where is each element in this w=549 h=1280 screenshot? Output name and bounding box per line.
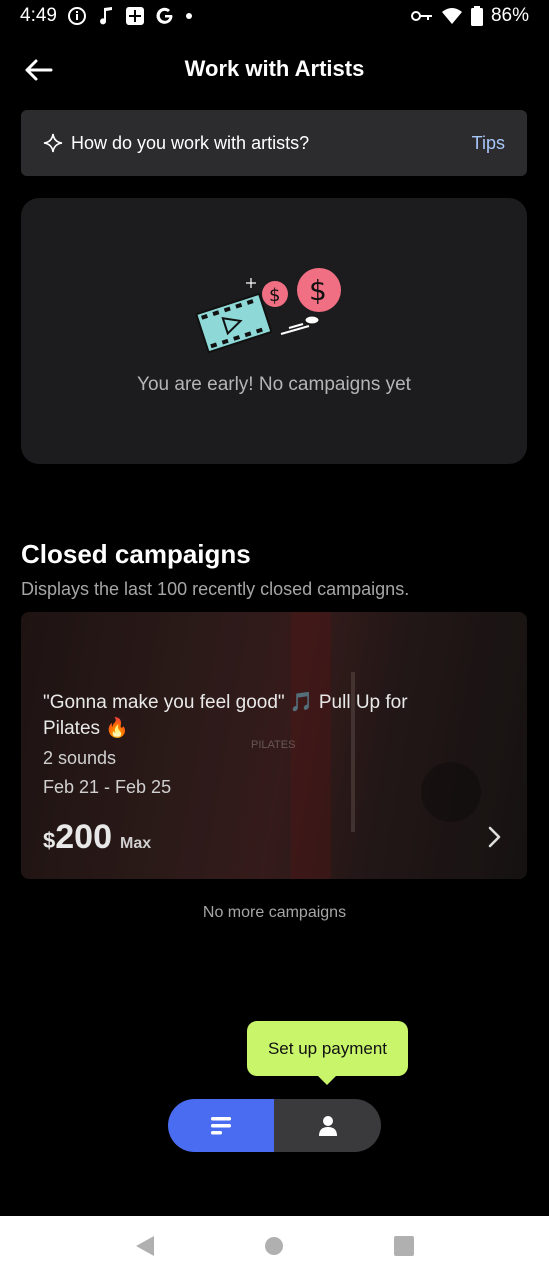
person-icon [318, 1115, 337, 1136]
empty-campaigns-card: $ $ You are early! No campaigns yet [21, 198, 527, 464]
dot-icon [185, 12, 193, 20]
profile-view-button[interactable] [274, 1099, 381, 1152]
campaign-dates: Feb 21 - Feb 25 [43, 777, 172, 797]
info-icon [67, 6, 87, 26]
music-note-icon [97, 6, 115, 26]
price-suffix: Max [119, 835, 152, 852]
no-more-campaigns-text: No more campaigns [202, 904, 347, 921]
sparkle-icon [43, 133, 63, 153]
campaign-price: $ 200 Max [43, 818, 151, 857]
tips-prompt: How do you work with artists? [71, 132, 310, 153]
vpn-key-icon [410, 9, 433, 23]
system-nav-bar [0, 1216, 549, 1280]
app-header: Work with Artists [0, 44, 549, 94]
price-currency: $ [43, 828, 56, 853]
page-title: Work with Artists [184, 56, 365, 81]
tooltip-pointer [317, 1075, 337, 1085]
svg-text:$: $ [269, 285, 280, 306]
nav-home-icon[interactable] [263, 1235, 285, 1262]
campaign-title: "Gonna make you feel good" 🎵 Pull Up for… [43, 692, 408, 739]
campaign-card[interactable]: PILATES "Gonna make you feel good" 🎵 Pul… [21, 612, 527, 879]
svg-text:$: $ [309, 274, 327, 307]
film-money-illustration-icon: $ $ [195, 268, 341, 354]
campaign-sounds-count: 2 sounds [43, 748, 117, 768]
battery-percent: 86% [490, 5, 529, 26]
nav-recents-icon[interactable] [393, 1235, 415, 1262]
plus-box-icon [125, 6, 145, 26]
back-button[interactable] [20, 52, 56, 88]
list-icon [211, 1116, 231, 1134]
campaigns-view-button[interactable] [168, 1099, 274, 1152]
setup-payment-tooltip[interactable]: Set up payment [247, 1021, 408, 1076]
tips-banner[interactable]: How do you work with artists? Tips [21, 110, 527, 176]
status-bar: 4:49 86% [0, 0, 549, 32]
closed-campaigns-heading: Closed campaigns [21, 539, 251, 569]
view-toggle [168, 1099, 381, 1152]
tips-link[interactable]: Tips [472, 133, 505, 154]
closed-campaigns-subtitle: Displays the last 100 recently closed ca… [21, 579, 410, 599]
nav-back-icon[interactable] [134, 1234, 156, 1263]
google-icon [155, 6, 175, 26]
chevron-right-icon[interactable] [487, 826, 501, 853]
price-value: 200 [55, 818, 112, 856]
empty-state-message: You are early! No campaigns yet [137, 374, 411, 395]
battery-icon [470, 6, 483, 26]
wifi-icon [441, 7, 463, 25]
status-time: 4:49 [20, 5, 57, 26]
back-arrow-icon [25, 59, 53, 81]
